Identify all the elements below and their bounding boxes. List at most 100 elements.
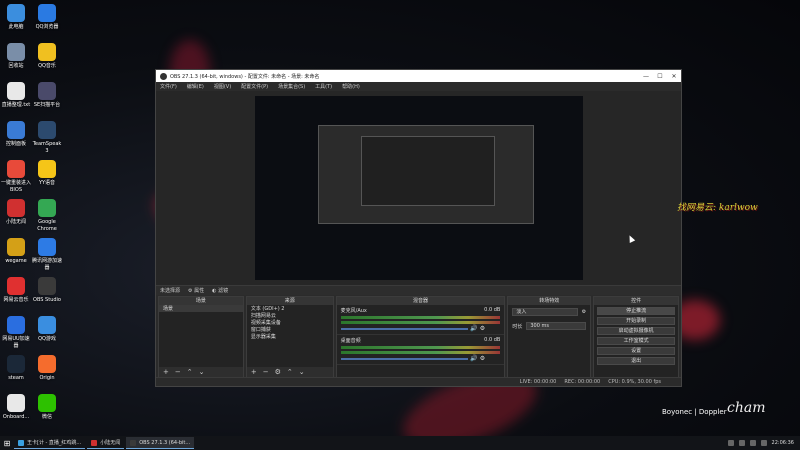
maximize-icon[interactable]: ☐ — [653, 73, 667, 80]
menu-item[interactable]: 配置文件(P) — [241, 83, 268, 90]
clock[interactable]: 22:06:36 — [772, 440, 794, 446]
track-db: 0.0 dB — [484, 307, 501, 313]
preview-canvas[interactable] — [255, 96, 583, 280]
desktop-icon-label: YY语音 — [38, 180, 56, 186]
duration-input[interactable]: 300 ms — [526, 322, 587, 330]
desktop-icon[interactable]: steam — [0, 355, 32, 382]
speaker-icon[interactable]: 🔊 — [470, 355, 477, 362]
watermark: Boyonec | Doppler — [662, 408, 727, 416]
transition-select[interactable]: 淡入 — [512, 308, 578, 316]
filters-button[interactable]: ◐ 滤镜 — [212, 287, 228, 294]
menu-item[interactable]: 工具(T) — [315, 83, 332, 90]
menu-item[interactable]: 文件(F) — [160, 83, 177, 90]
desktop-icon[interactable]: 网易UU加速器 — [0, 316, 32, 350]
desktop-icon[interactable]: OBS Studio — [31, 277, 63, 304]
desktop-icon[interactable]: 微信 — [31, 394, 63, 421]
tray-icon[interactable] — [727, 440, 734, 446]
transition-settings-icon[interactable]: ⚙ — [582, 309, 586, 315]
volume-slider[interactable] — [340, 358, 469, 360]
settings-button[interactable]: 设置 — [597, 347, 675, 355]
desktop-icons: 此电脑 QQ浏览器回收站 QQ音乐直播整理.txt SE扫描平台控制面板 TeamSpe… — [0, 0, 66, 430]
uu-icon — [7, 316, 25, 334]
menu-item[interactable]: 场景集合(S) — [278, 83, 305, 90]
source-item[interactable]: 视频采集设备 — [247, 319, 333, 326]
volume-slider[interactable] — [340, 328, 469, 330]
desktop-icon[interactable]: 腾讯网游加速器 — [31, 238, 63, 272]
add-source-icon[interactable]: + — [251, 368, 257, 376]
stop-streaming-button[interactable]: 停止推流 — [597, 307, 675, 315]
rec-time: REC: 00:00:00 — [564, 379, 601, 385]
overlay-text: 找网易云: karlwow — [677, 203, 758, 213]
desktop-icon-label: wegame — [5, 258, 27, 264]
desktop-icon[interactable]: 此电脑 — [0, 4, 32, 31]
desktop-icon[interactable]: 小陆无闻 — [0, 199, 32, 226]
gear-icon[interactable]: ⚙ — [480, 325, 485, 332]
remove-scene-icon[interactable]: − — [175, 368, 181, 376]
source-item[interactable]: 窗口捕获 — [247, 326, 333, 333]
taskbar: ⊞ 王卡[计 - 直播_红鸡跳... 小陆无闻 OBS 27.1.3 (64-bit… — [0, 436, 800, 450]
move-down-icon[interactable]: ⌄ — [299, 368, 305, 376]
desktop-icon[interactable]: TeamSpeak 3 — [31, 121, 63, 155]
desktop-icon[interactable]: 回收站 — [0, 43, 32, 70]
source-settings-icon[interactable]: ⚙ — [275, 368, 281, 376]
minimize-icon[interactable]: — — [639, 73, 653, 80]
desktop-icon-label: 控制面板 — [5, 141, 26, 147]
desktop-icon[interactable]: Google Chrome — [31, 199, 63, 233]
source-item[interactable]: 显示器采集 — [247, 333, 333, 340]
desktop-icon[interactable]: Origin — [31, 355, 63, 382]
source-toolbar: 未选择源 ⚙ 属性 ◐ 滤镜 — [156, 285, 681, 295]
source-item[interactable]: 扫描网易云 — [247, 312, 333, 319]
desktop-icon[interactable]: 网易云音乐 — [0, 277, 32, 304]
start-recording-button[interactable]: 开始录制 — [597, 317, 675, 325]
desktop-icon[interactable]: 控制面板 — [0, 121, 32, 148]
studio-mode-button[interactable]: 工作室模式 — [597, 337, 675, 345]
scenes-dock: 场景 场景 + − ⌃ ⌄ — [158, 296, 244, 378]
gear-icon[interactable]: ⚙ — [480, 355, 485, 362]
move-up-icon[interactable]: ⌃ — [287, 368, 293, 376]
volume-icon[interactable] — [760, 440, 767, 446]
tray-icon[interactable] — [738, 440, 745, 446]
desktop-icon[interactable]: Onboard... — [0, 394, 32, 421]
menu-item[interactable]: 视图(V) — [214, 83, 231, 90]
desktop-icon[interactable]: QQ音乐 — [31, 43, 63, 70]
obs-window: OBS 27.1.3 (64-bit, windows) - 配置文件: 未命名… — [155, 69, 682, 387]
exit-button[interactable]: 退出 — [597, 357, 675, 365]
desktop-icon[interactable]: QQ游戏 — [31, 316, 63, 343]
qq-browser-icon — [38, 4, 56, 22]
speaker-icon[interactable]: 🔊 — [470, 325, 477, 332]
taskbar-task[interactable]: 小陆无闻 — [87, 437, 125, 449]
scene-item[interactable]: 场景 — [159, 305, 243, 312]
remove-source-icon[interactable]: − — [263, 368, 269, 376]
se-scan-icon — [38, 82, 56, 100]
desktop-icon[interactable]: SE扫描平台 — [31, 82, 63, 109]
desktop-icon[interactable]: QQ浏览器 — [31, 4, 63, 31]
virtual-camera-button[interactable]: 启动虚拟摄像机 — [597, 327, 675, 335]
properties-button[interactable]: ⚙ 属性 — [188, 287, 204, 294]
audio-meter — [340, 346, 501, 349]
source-item[interactable]: 文本 (GDI+) 2 — [247, 305, 333, 312]
menu-item[interactable]: 编辑(E) — [187, 83, 204, 90]
move-down-icon[interactable]: ⌄ — [199, 368, 205, 376]
taskbar-task[interactable]: OBS 27.1.3 (64-bit... — [126, 437, 195, 449]
close-icon[interactable]: ✕ — [667, 73, 681, 80]
dock-area: 场景 场景 + − ⌃ ⌄ 来源 文本 (GDI+) 2 扫描网易云 视频采集设… — [156, 296, 681, 378]
start-menu-icon[interactable]: ⊞ — [0, 436, 14, 450]
audio-meter — [340, 321, 501, 324]
desktop-icon[interactable]: 一键重装进入BIOS — [0, 160, 32, 194]
menu-item[interactable]: 帮助(H) — [342, 83, 360, 90]
desktop-icon-label: 网易UU加速器 — [2, 336, 30, 349]
move-up-icon[interactable]: ⌃ — [187, 368, 193, 376]
track-db: 0.0 dB — [484, 337, 501, 343]
status-bar: LIVE: 00:00:00 REC: 00:00:00 CPU: 0.9%, … — [156, 377, 681, 386]
task-app-icon — [130, 439, 137, 446]
obs-titlebar[interactable]: OBS 27.1.3 (64-bit, windows) - 配置文件: 未命名… — [156, 70, 681, 82]
desktop-icon-label: TeamSpeak 3 — [32, 141, 62, 154]
taskbar-task[interactable]: 王卡[计 - 直播_红鸡跳... — [14, 437, 86, 449]
recycle-bin-icon — [7, 43, 25, 61]
add-scene-icon[interactable]: + — [163, 368, 169, 376]
tray-icon[interactable] — [749, 440, 756, 446]
desktop-icon[interactable]: YY语音 — [31, 160, 63, 187]
desktop-icon[interactable]: wegame — [0, 238, 32, 265]
desktop-icon[interactable]: 直播整理.txt — [0, 82, 32, 109]
desktop-icon-label: 微信 — [41, 414, 52, 420]
